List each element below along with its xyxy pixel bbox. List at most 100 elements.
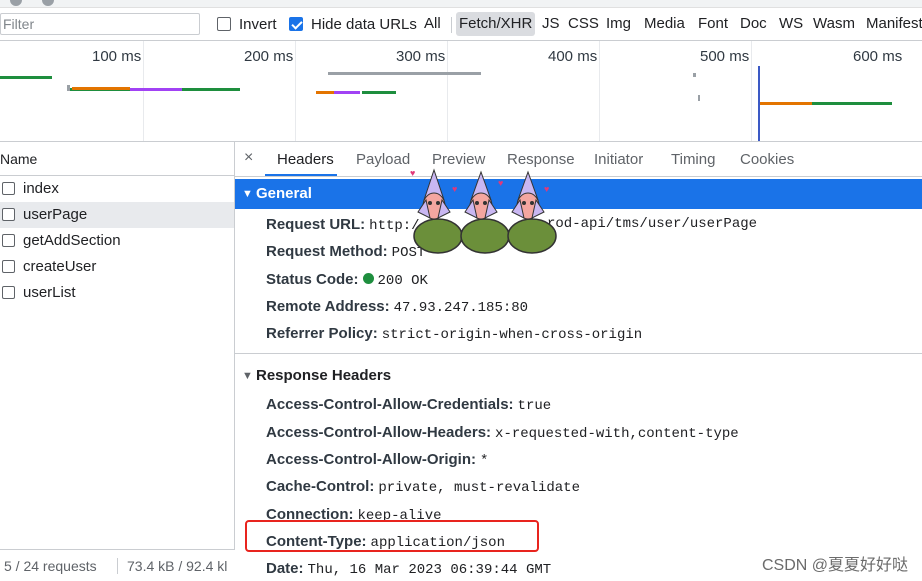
grid-line bbox=[751, 41, 752, 141]
row-checkbox[interactable] bbox=[2, 182, 15, 195]
header-row-cache-control: Cache-Control: private, must-revalidate bbox=[235, 473, 922, 500]
type-filter-img[interactable]: Img bbox=[603, 12, 634, 36]
request-row-userpage[interactable]: userPage bbox=[0, 202, 234, 228]
tick-label: 200 ms bbox=[244, 48, 294, 65]
header-value: * bbox=[480, 453, 489, 470]
type-filter-manifest[interactable]: Manifest bbox=[863, 12, 922, 36]
svg-text:♥: ♥ bbox=[498, 178, 503, 188]
header-key: Remote Address: bbox=[266, 297, 390, 315]
grid-line bbox=[447, 41, 448, 141]
general-section-header[interactable]: ▼ General bbox=[235, 179, 922, 209]
timeline-bar bbox=[362, 91, 396, 94]
tab-headers[interactable]: Headers bbox=[277, 151, 334, 168]
toolbar-icon[interactable] bbox=[42, 0, 54, 6]
timeline-bar bbox=[812, 102, 892, 105]
request-summary-footer: 5 / 24 requests 73.4 kB / 92.4 kl bbox=[0, 549, 235, 581]
header-row-remote-address: Remote Address: 47.93.247.185:80 bbox=[235, 293, 922, 320]
type-filter-js[interactable]: JS bbox=[539, 12, 563, 36]
tick-label: 100 ms bbox=[92, 48, 142, 65]
type-filter-wasm[interactable]: Wasm bbox=[810, 12, 858, 36]
row-checkbox[interactable] bbox=[2, 208, 15, 221]
header-key: Access-Control-Allow-Headers: bbox=[266, 423, 492, 441]
tick-label: 300 ms bbox=[396, 48, 446, 65]
timeline-bar bbox=[185, 88, 240, 91]
content-type-highlight bbox=[245, 520, 539, 552]
header-key: Request URL: bbox=[266, 216, 366, 233]
header-row-acao: Access-Control-Allow-Origin: * bbox=[235, 446, 922, 473]
general-section-title: General bbox=[256, 185, 312, 202]
header-row-request-url: Request URL: http:/ rod-api/tms/user/user… bbox=[235, 211, 922, 238]
csdn-watermark: CSDN @夏夏好好哒 bbox=[761, 557, 908, 574]
timeline-bar bbox=[72, 87, 130, 90]
transfer-size: 73.4 kB / 92.4 kl bbox=[127, 558, 228, 574]
header-key: Date: bbox=[266, 560, 304, 578]
type-filter-ws[interactable]: WS bbox=[776, 12, 806, 36]
network-overview-timeline[interactable]: 100 ms 200 ms 300 ms 400 ms 500 ms 600 m… bbox=[0, 41, 922, 142]
tab-payload[interactable]: Payload bbox=[356, 151, 410, 168]
timeline-bar bbox=[67, 85, 70, 91]
row-checkbox[interactable] bbox=[2, 260, 15, 273]
svg-text:♥: ♥ bbox=[452, 184, 457, 194]
tick-label: 500 ms bbox=[700, 48, 750, 65]
header-value: x-requested-with,content-type bbox=[495, 425, 739, 442]
header-key: Referrer Policy: bbox=[266, 325, 378, 343]
header-key: Request Method: bbox=[266, 243, 388, 261]
request-name: index bbox=[23, 180, 59, 197]
type-filter-doc[interactable]: Doc bbox=[737, 12, 770, 36]
tab-timing[interactable]: Timing bbox=[671, 151, 715, 168]
header-key: Status Code: bbox=[266, 270, 359, 288]
timeline-bar bbox=[760, 102, 812, 105]
grid-line bbox=[143, 41, 144, 141]
request-row-userlist[interactable]: userList bbox=[0, 280, 234, 306]
filter-input[interactable] bbox=[0, 13, 200, 35]
type-filter-fetch-xhr[interactable]: Fetch/XHR bbox=[456, 12, 536, 36]
name-column-header[interactable]: Name bbox=[0, 142, 234, 176]
patrick-sticker-icon: ♥ ♥ ♥ ♥ bbox=[410, 168, 557, 254]
response-headers-section-header[interactable]: ▼ Response Headers bbox=[235, 361, 922, 391]
row-checkbox[interactable] bbox=[2, 234, 15, 247]
hide-data-urls-label: Hide data URLs bbox=[311, 16, 417, 33]
collapse-triangle-icon: ▼ bbox=[242, 188, 253, 200]
request-count: 5 / 24 requests bbox=[4, 558, 97, 574]
type-filter-media[interactable]: Media bbox=[641, 12, 688, 36]
header-row-request-method: Request Method: POST bbox=[235, 238, 922, 265]
header-value: 47.93.247.185:80 bbox=[393, 299, 529, 316]
collapse-triangle-icon: ▼ bbox=[242, 370, 253, 383]
detail-tabs: × Headers Payload Preview Response Initi… bbox=[235, 142, 922, 177]
timeline-bar bbox=[328, 72, 481, 75]
tab-initiator[interactable]: Initiator bbox=[594, 151, 643, 168]
hide-data-urls-checkbox[interactable] bbox=[289, 17, 303, 31]
header-row-referrer-policy: Referrer Policy: strict-origin-when-cross… bbox=[235, 320, 922, 347]
timeline-bar bbox=[334, 91, 360, 94]
timeline-bar bbox=[316, 91, 334, 94]
filter-bar: Invert Hide data URLs All Fetch/XHR JS C… bbox=[0, 8, 922, 41]
request-row-index[interactable]: index bbox=[0, 176, 234, 202]
timeline-bar bbox=[130, 88, 182, 91]
header-row-acah: Access-Control-Allow-Headers: x-requested… bbox=[235, 419, 922, 446]
header-value: private, must-revalidate bbox=[378, 480, 580, 497]
request-name: getAddSection bbox=[23, 232, 121, 249]
request-row-getaddsection[interactable]: getAddSection bbox=[0, 228, 234, 254]
type-filter-css[interactable]: CSS bbox=[565, 12, 602, 36]
grid-line bbox=[599, 41, 600, 141]
timeline-bar bbox=[698, 95, 700, 101]
header-value: rod-api/tms/user/userPage bbox=[547, 216, 758, 232]
toolbar-icon[interactable] bbox=[10, 0, 22, 6]
tick-label: 400 ms bbox=[548, 48, 598, 65]
active-tab-indicator bbox=[265, 174, 337, 176]
svg-text:♥: ♥ bbox=[410, 168, 415, 178]
close-icon[interactable]: × bbox=[244, 149, 253, 167]
request-row-createuser[interactable]: createUser bbox=[0, 254, 234, 280]
timeline-bar bbox=[0, 76, 52, 79]
filter-separator bbox=[451, 17, 452, 33]
header-key: Cache-Control: bbox=[266, 478, 375, 496]
tab-cookies[interactable]: Cookies bbox=[740, 151, 794, 168]
request-detail-panel: × Headers Payload Preview Response Initi… bbox=[235, 142, 922, 581]
invert-checkbox[interactable] bbox=[217, 17, 231, 31]
type-filter-font[interactable]: Font bbox=[695, 12, 731, 36]
timeline-bar bbox=[693, 73, 696, 77]
header-row-status-code: Status Code: 200 OK bbox=[235, 266, 922, 293]
svg-text:♥: ♥ bbox=[544, 184, 549, 194]
type-filter-all[interactable]: All bbox=[421, 12, 444, 36]
row-checkbox[interactable] bbox=[2, 286, 15, 299]
